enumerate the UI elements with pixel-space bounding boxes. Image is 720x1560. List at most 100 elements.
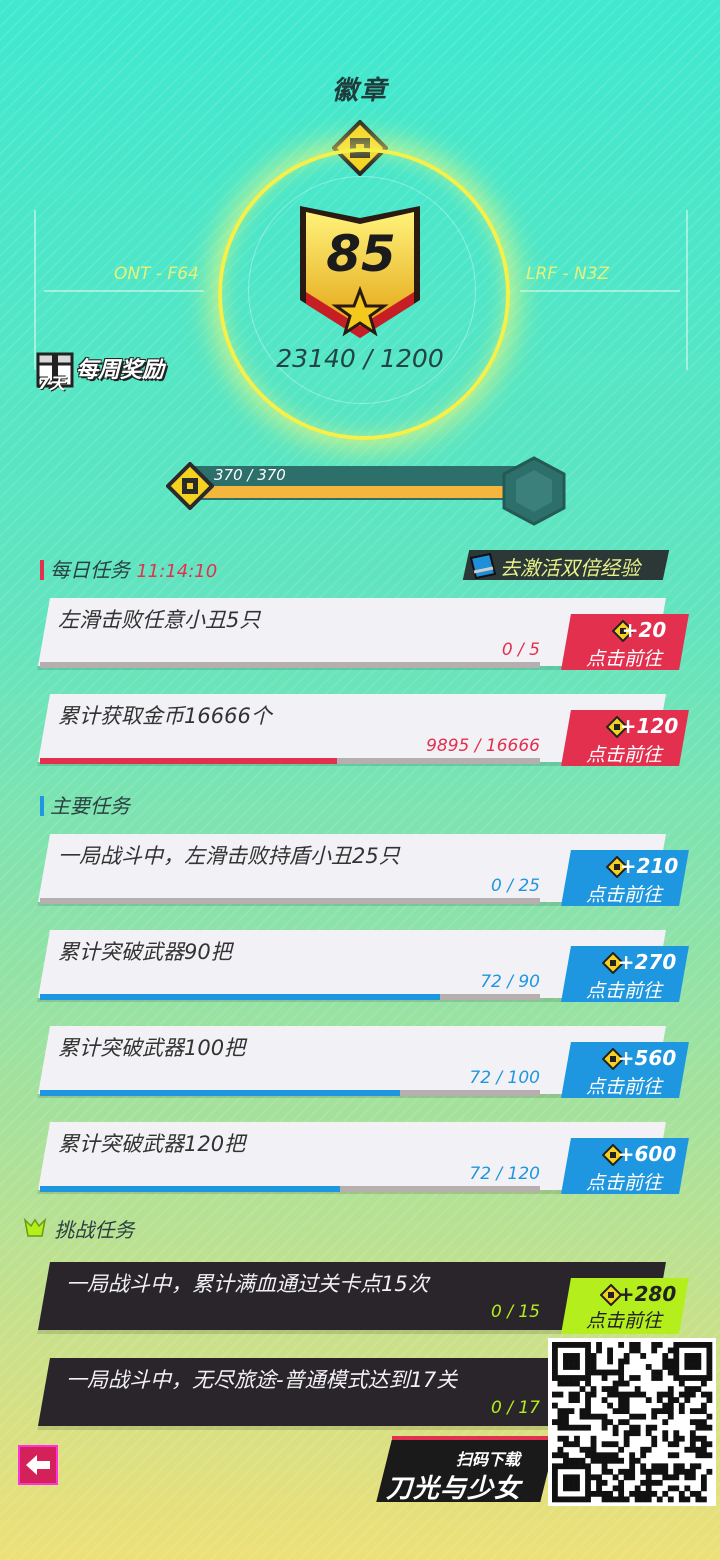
qr-module [563,1474,569,1481]
qr-module [557,1408,564,1415]
qr-module [607,1347,613,1354]
qr-module [579,1446,586,1453]
qr-module [662,1353,669,1359]
qr-module [557,1413,564,1420]
qr-module [585,1408,591,1415]
qr-module [689,1386,696,1392]
exp-book-icon [469,552,497,580]
qr-module [618,1380,625,1387]
qr-module [629,1490,636,1497]
qr-module [596,1347,602,1354]
qr-module [557,1391,564,1398]
qr-module [667,1485,674,1492]
qr-module [557,1424,564,1431]
task-go-label[interactable]: 点击前往 [564,1168,684,1195]
task-text: 一局战斗中，累计满血通过关卡点15次 [66,1272,429,1296]
qr-module [585,1369,591,1376]
qr-module [662,1402,669,1409]
qr-module [651,1347,658,1354]
qr-module [667,1474,674,1481]
qr-module [678,1391,685,1398]
qr-module [612,1485,619,1492]
task-progress: 0 / 15 [491,1302,540,1322]
qr-module [607,1391,613,1398]
qr-module [568,1397,575,1403]
qr-module [645,1430,652,1437]
qr-module [640,1391,647,1398]
qr-module [645,1474,652,1481]
qr-module [629,1468,636,1475]
task-go-label[interactable]: 点击前往 [564,1072,684,1099]
qr-module [579,1342,586,1348]
qr-module [574,1353,580,1359]
qr-module [585,1463,591,1470]
qr-module [568,1463,575,1470]
task-text: 累计获取金币16666个 [58,704,272,728]
qr-module [552,1485,558,1492]
qr-module [618,1468,625,1475]
qr-module [585,1485,591,1492]
task-go-label[interactable]: 点击前往 [564,644,684,671]
task-progress-track [40,662,540,668]
qr-module [700,1424,707,1431]
qr-code[interactable] [548,1338,716,1506]
qr-module [634,1485,641,1492]
qr-module [557,1419,564,1426]
qr-module [585,1380,591,1387]
qr-module [640,1468,647,1475]
qr-module [568,1441,575,1448]
qr-module [568,1375,575,1381]
qr-module [574,1342,580,1348]
task-go-label[interactable]: 点击前往 [564,1306,684,1333]
qr-module [612,1441,619,1448]
qr-module [689,1342,696,1348]
qr-module [563,1463,569,1470]
qr-module [585,1424,591,1431]
task-go-label[interactable]: 点击前往 [564,880,684,907]
qr-module [656,1342,663,1348]
task-go-label[interactable]: 点击前往 [564,976,684,1003]
qr-module [634,1386,641,1392]
qr-module [585,1446,591,1453]
qr-module [706,1375,713,1381]
qr-module [612,1380,619,1387]
qr-module [607,1468,613,1475]
qr-module [634,1424,641,1431]
qr-module [667,1391,674,1398]
qr-module [618,1402,625,1409]
back-button[interactable] [18,1445,58,1485]
qr-module [706,1468,713,1475]
qr-module [557,1342,564,1348]
qr-module [574,1463,580,1470]
qr-module [612,1424,619,1431]
qr-module [706,1452,713,1459]
qr-module [601,1479,608,1486]
qr-module [706,1441,713,1448]
task-go-label[interactable]: 点击前往 [564,740,684,767]
qr-module [662,1490,669,1497]
qr-module [662,1391,669,1398]
qr-module [579,1463,586,1470]
qr-module [596,1369,602,1376]
qr-module [557,1463,564,1470]
qr-module [656,1496,663,1503]
qr-module [612,1408,619,1415]
qr-module [651,1369,658,1376]
double-exp-label[interactable]: 去激活双倍经验 [500,552,640,581]
weekly-reward-button[interactable]: 7天 每周奖励 [36,348,164,394]
qr-module [689,1441,696,1448]
qr-module [618,1490,625,1497]
qr-module [563,1413,569,1420]
qr-module [629,1342,636,1348]
qr-module [695,1386,702,1392]
qr-module [656,1468,663,1475]
qr-module [579,1375,586,1381]
qr-module [585,1347,591,1354]
task-reward-amount: +20 [621,618,667,642]
qr-module [552,1391,558,1398]
qr-module [700,1380,707,1387]
task-progress-fill [40,1186,340,1192]
qr-module [607,1490,613,1497]
qr-module [623,1358,630,1365]
qr-module [607,1441,613,1448]
